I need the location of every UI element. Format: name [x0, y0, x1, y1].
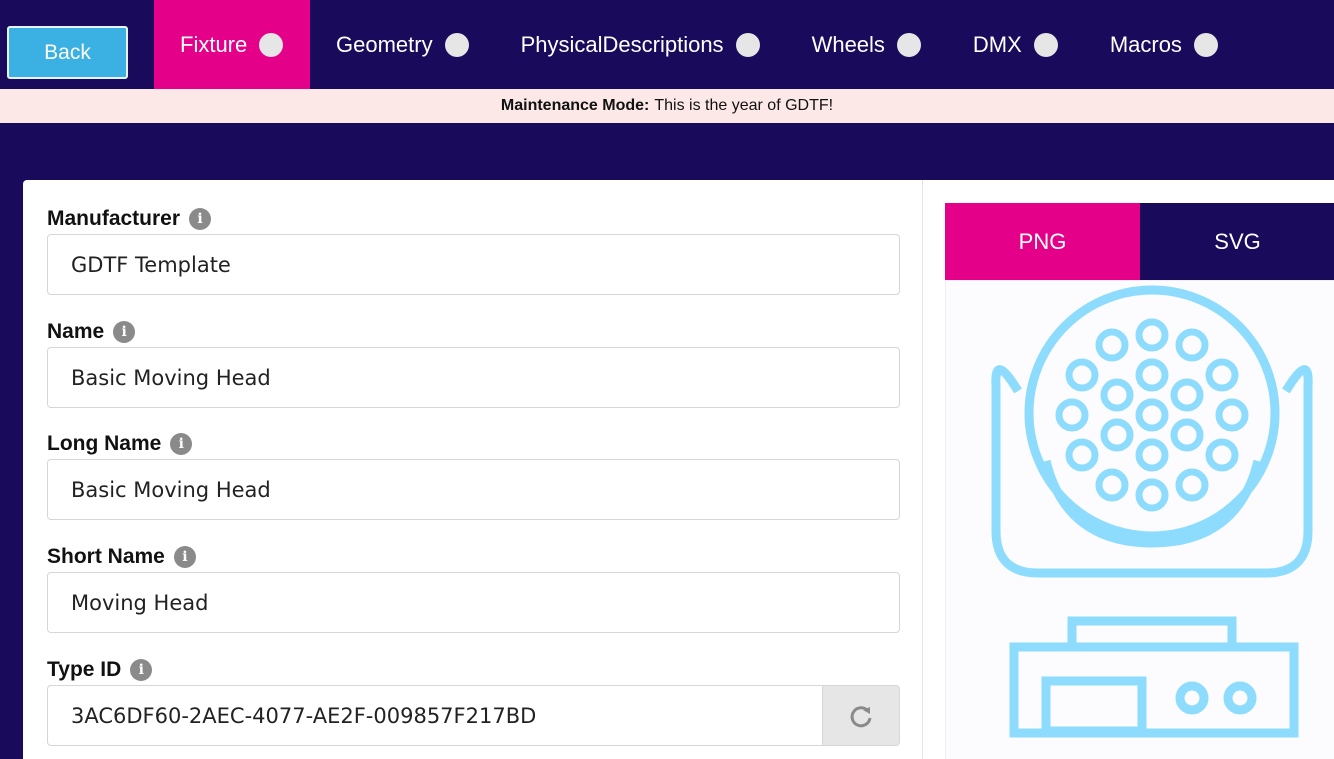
- status-dot-icon: [735, 32, 760, 57]
- status-dot-icon: [896, 32, 921, 57]
- type-id-field: Type ID i 3AC6DF60-2AEC-4077-AE2F-009857…: [47, 657, 900, 746]
- manufacturer-field: Manufacturer i GDTF Template: [47, 206, 900, 295]
- tab-geometry[interactable]: Geometry: [310, 0, 495, 89]
- moving-head-fixture-icon: [991, 285, 1313, 738]
- field-label: Short Name: [47, 545, 165, 568]
- preview-format-tabs: PNG SVG: [945, 203, 1334, 280]
- status-dot-icon: [1193, 32, 1218, 57]
- top-nav-bar: Back Fixture Geometry PhysicalDescriptio…: [0, 0, 1334, 89]
- tab-dmx[interactable]: DMX: [947, 0, 1084, 89]
- refresh-icon: [850, 705, 872, 727]
- tab-label: Wheels: [811, 31, 885, 57]
- column-divider: [922, 180, 923, 759]
- maintenance-banner: Maintenance Mode: This is the year of GD…: [0, 89, 1334, 123]
- tab-png[interactable]: PNG: [945, 203, 1140, 280]
- regenerate-id-button[interactable]: [823, 685, 900, 746]
- tab-label: Macros: [1109, 31, 1182, 57]
- long-name-field: Long Name i Basic Moving Head: [47, 431, 900, 520]
- fixture-form: Manufacturer i GDTF Template Name i Basi…: [47, 206, 900, 759]
- tab-macros[interactable]: Macros: [1084, 0, 1244, 89]
- field-label: Long Name: [47, 432, 162, 455]
- short-name-input[interactable]: Moving Head: [47, 572, 900, 633]
- back-button[interactable]: Back: [7, 26, 128, 79]
- banner-message: This is the year of GDTF!: [654, 97, 834, 114]
- tab-svg[interactable]: SVG: [1140, 203, 1334, 280]
- type-id-input[interactable]: 3AC6DF60-2AEC-4077-AE2F-009857F217BD: [47, 685, 823, 746]
- tab-label: Geometry: [336, 31, 433, 57]
- tab-label: PhysicalDescriptions: [520, 31, 724, 57]
- tab-physical-descriptions[interactable]: PhysicalDescriptions: [495, 0, 786, 89]
- status-dot-icon: [259, 32, 284, 57]
- field-label: Manufacturer: [47, 207, 181, 230]
- info-icon[interactable]: i: [189, 208, 212, 230]
- status-dot-icon: [1033, 32, 1058, 57]
- status-dot-icon: [444, 32, 469, 57]
- info-icon[interactable]: i: [113, 321, 136, 343]
- thumbnail-image: [945, 280, 1334, 759]
- tab-wheels[interactable]: Wheels: [786, 0, 947, 89]
- name-field: Name i Basic Moving Head: [47, 319, 900, 408]
- manufacturer-input[interactable]: GDTF Template: [47, 234, 900, 295]
- info-icon[interactable]: i: [170, 433, 193, 455]
- name-input[interactable]: Basic Moving Head: [47, 347, 900, 408]
- tab-label: DMX: [972, 31, 1022, 57]
- info-icon[interactable]: i: [130, 659, 153, 681]
- field-label: Type ID: [47, 658, 122, 681]
- section-tabs: Fixture Geometry PhysicalDescriptions Wh…: [154, 0, 1244, 89]
- long-name-input[interactable]: Basic Moving Head: [47, 459, 900, 520]
- info-icon[interactable]: i: [173, 546, 196, 568]
- fixture-card: Manufacturer i GDTF Template Name i Basi…: [23, 180, 1334, 759]
- tab-fixture[interactable]: Fixture: [154, 0, 310, 89]
- tab-label: Fixture: [180, 31, 248, 57]
- field-label: Name: [47, 320, 105, 343]
- banner-title: Maintenance Mode:: [500, 97, 650, 114]
- thumbnail-preview: PNG SVG: [945, 203, 1334, 759]
- short-name-field: Short Name i Moving Head: [47, 544, 900, 633]
